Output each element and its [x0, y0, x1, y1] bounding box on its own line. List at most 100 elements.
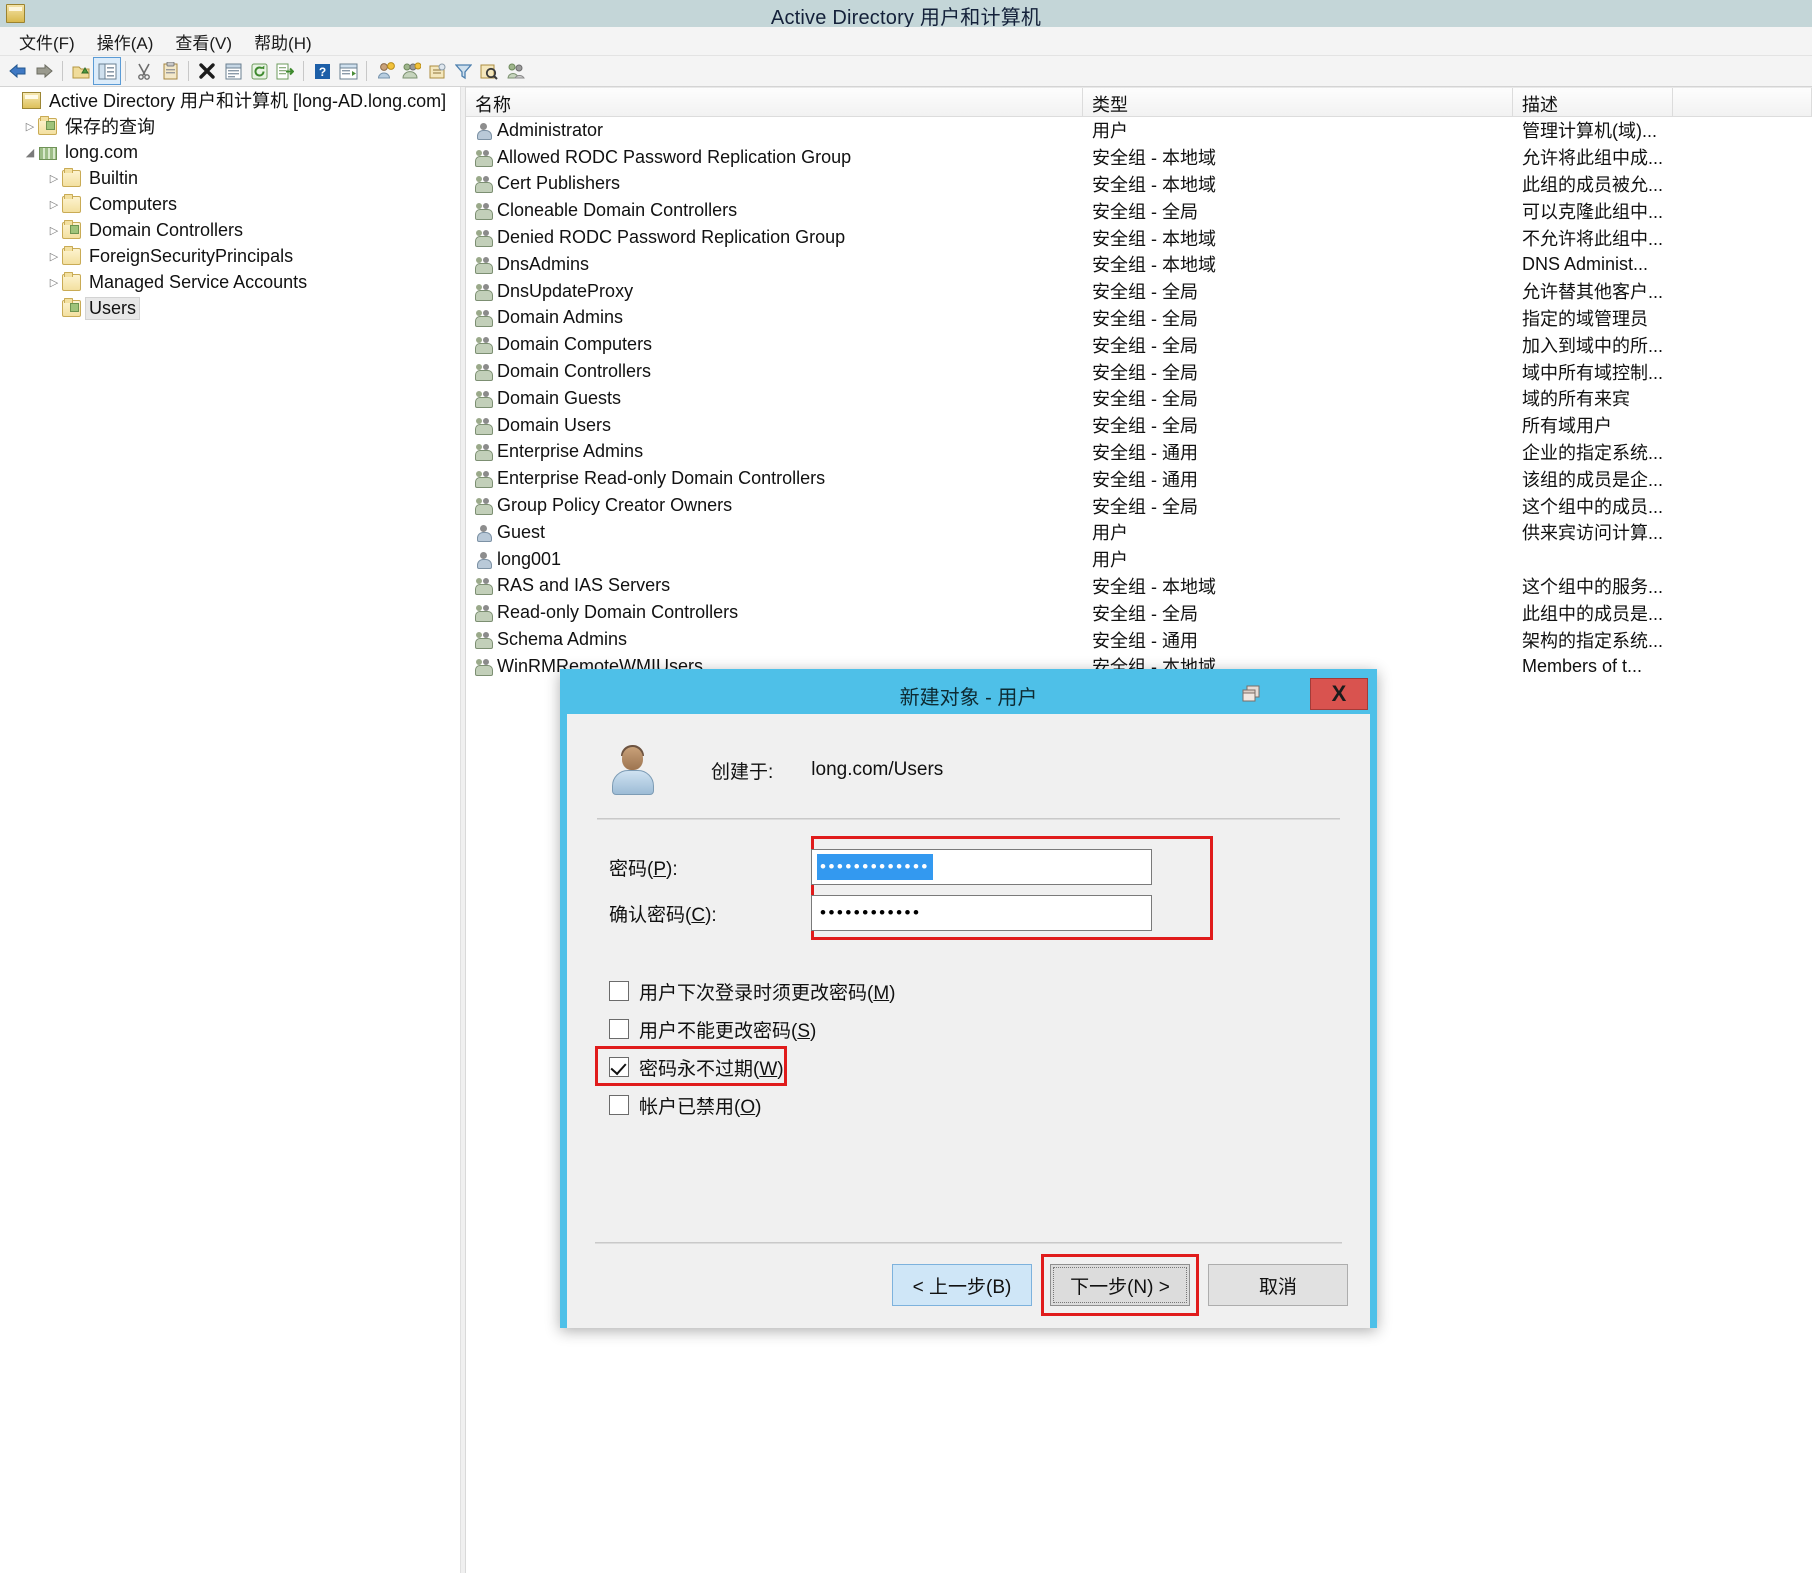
cell-name: Cloneable Domain Controllers: [466, 200, 1083, 221]
tree-node-root[interactable]: Active Directory 用户和计算机 [long-AD.long.co…: [0, 87, 460, 113]
table-row[interactable]: long001 用户: [466, 546, 1812, 573]
table-row[interactable]: Domain Computers 安全组 - 全局 加入到域中的所...: [466, 331, 1812, 358]
checkbox-account-disabled[interactable]: 帐户已禁用(O): [595, 1086, 1342, 1124]
checkbox-label-accel: O: [740, 1096, 756, 1118]
tree-node-label: Builtin: [89, 167, 139, 188]
column-header-name[interactable]: 名称: [466, 88, 1083, 116]
checkbox-box[interactable]: [609, 1095, 629, 1115]
menu-action[interactable]: 操作(A): [86, 27, 165, 56]
table-row[interactable]: Cloneable Domain Controllers 安全组 - 全局 可以克隆…: [466, 197, 1812, 224]
table-row[interactable]: Enterprise Read-only Domain Controllers 安…: [466, 465, 1812, 492]
table-row[interactable]: Domain Guests 安全组 - 全局 域的所有来宾: [466, 385, 1812, 412]
tree-node-domain-controllers[interactable]: ▷ Domain Controllers: [0, 217, 460, 243]
divider-bottom: [595, 1242, 1342, 1244]
table-row[interactable]: Read-only Domain Controllers 安全组 - 全局 此组中的…: [466, 599, 1812, 626]
table-row[interactable]: Domain Admins 安全组 - 全局 指定的域管理员: [466, 305, 1812, 332]
properties-icon[interactable]: [220, 58, 246, 84]
tree-node-computers[interactable]: ▷ Computers: [0, 191, 460, 217]
cell-type: 安全组 - 全局: [1092, 308, 1198, 329]
tree-twisty[interactable]: ▷: [22, 120, 38, 133]
help-icon[interactable]: ?: [309, 58, 335, 84]
checkbox-must-change-password[interactable]: 用户下次登录时须更改密码(M): [595, 972, 1342, 1010]
forward-icon[interactable]: [31, 58, 57, 84]
show-details-icon[interactable]: [335, 58, 361, 84]
checkbox-box[interactable]: [609, 1019, 629, 1039]
table-row[interactable]: Group Policy Creator Owners 安全组 - 全局 这个组中的…: [466, 492, 1812, 519]
checkbox-cannot-change-password[interactable]: 用户不能更改密码(S): [595, 1010, 1342, 1048]
restore-icon[interactable]: [1238, 681, 1266, 707]
checkbox-label: 帐户已禁用(O): [639, 1092, 761, 1119]
tree-node-builtin[interactable]: ▷ Builtin: [0, 165, 460, 191]
table-row[interactable]: DnsAdmins 安全组 - 本地域 DNS Administ...: [466, 251, 1812, 278]
confirm-password-input[interactable]: ••••••••••••: [811, 895, 1152, 931]
cell-name-text: Denied RODC Password Replication Group: [497, 227, 846, 248]
tree-twisty[interactable]: ▷: [46, 198, 62, 211]
cut-icon[interactable]: [131, 58, 157, 84]
group-icon: [475, 336, 493, 355]
group-icon: [475, 631, 493, 650]
tree-twisty[interactable]: ◢: [22, 146, 38, 159]
cell-type: 安全组 - 本地域: [1092, 228, 1216, 249]
table-row[interactable]: Cert Publishers 安全组 - 本地域 此组的成员被允...: [466, 171, 1812, 198]
table-row[interactable]: RAS and IAS Servers 安全组 - 本地域 这个组中的服务...: [466, 573, 1812, 600]
table-row[interactable]: Denied RODC Password Replication Group 安全…: [466, 224, 1812, 251]
checkbox-password-never-expires[interactable]: 密码永不过期(W): [595, 1048, 1342, 1086]
checkbox-label-tail: ): [777, 1058, 784, 1080]
new-ou-icon[interactable]: [424, 58, 450, 84]
find-icon[interactable]: [476, 58, 502, 84]
table-row[interactable]: Schema Admins 安全组 - 通用 架构的指定系统...: [466, 626, 1812, 653]
table-row[interactable]: Domain Users 安全组 - 全局 所有域用户: [466, 412, 1812, 439]
delete-icon[interactable]: [194, 58, 220, 84]
tree-twisty[interactable]: ▷: [46, 250, 62, 263]
checkbox-label: 用户下次登录时须更改密码(M): [639, 978, 895, 1005]
menu-file[interactable]: 文件(F): [8, 27, 86, 56]
export-list-icon[interactable]: [272, 58, 298, 84]
back-button[interactable]: < 上一步(B): [892, 1264, 1032, 1306]
table-row[interactable]: Enterprise Admins 安全组 - 通用 企业的指定系统...: [466, 439, 1812, 466]
tree-twisty[interactable]: ▷: [46, 276, 62, 289]
cell-type: 安全组 - 本地域: [1092, 255, 1216, 276]
checkbox-box[interactable]: [609, 1057, 629, 1077]
dialog-buttons: < 上一步(B) 下一步(N) > 取消: [874, 1254, 1348, 1316]
copy-icon[interactable]: [157, 58, 183, 84]
tree-node-saved-queries[interactable]: ▷ 保存的查询: [0, 113, 460, 139]
cell-description: 此组的成员被允...: [1522, 174, 1664, 195]
password-input[interactable]: •••••••••••••: [811, 849, 1152, 885]
cell-type: 安全组 - 全局: [1092, 201, 1198, 222]
checkbox-box[interactable]: [609, 981, 629, 1001]
cancel-button[interactable]: 取消: [1208, 1264, 1348, 1306]
cell-description: 所有域用户: [1522, 416, 1612, 437]
tree-twisty[interactable]: ▷: [46, 224, 62, 237]
table-row[interactable]: Administrator 用户 管理计算机(域)...: [466, 117, 1812, 144]
column-header-description[interactable]: 描述: [1513, 88, 1673, 116]
show-hide-tree-icon[interactable]: [93, 57, 121, 85]
tree-twisty[interactable]: ▷: [46, 172, 62, 185]
cell-name: DnsAdmins: [466, 254, 1083, 275]
table-row[interactable]: DnsUpdateProxy 安全组 - 全局 允许替其他客户...: [466, 278, 1812, 305]
new-group-icon[interactable]: [398, 58, 424, 84]
delegate-icon[interactable]: [502, 58, 528, 84]
refresh-icon[interactable]: [246, 58, 272, 84]
tree-node-foreign-security-principals[interactable]: ▷ ForeignSecurityPrincipals: [0, 243, 460, 269]
console-tree-pane[interactable]: Active Directory 用户和计算机 [long-AD.long.co…: [0, 87, 460, 1573]
filter-icon[interactable]: [450, 58, 476, 84]
back-icon[interactable]: [5, 58, 31, 84]
table-row[interactable]: Domain Controllers 安全组 - 全局 域中所有域控制...: [466, 358, 1812, 385]
menu-view[interactable]: 查看(V): [164, 27, 243, 56]
tree-node-managed-service-accounts[interactable]: ▷ Managed Service Accounts: [0, 269, 460, 295]
tree-node-users[interactable]: Users: [0, 295, 460, 321]
cell-name: Domain Computers: [466, 334, 1083, 355]
created-in-value: long.com/Users: [811, 759, 944, 780]
close-button[interactable]: X: [1310, 678, 1368, 710]
table-row[interactable]: Allowed RODC Password Replication Group 安…: [466, 144, 1812, 171]
confirm-password-label-tail: ):: [705, 904, 717, 926]
column-header-type[interactable]: 类型: [1083, 88, 1513, 116]
next-button[interactable]: 下一步(N) >: [1050, 1264, 1190, 1306]
menu-help[interactable]: 帮助(H): [243, 27, 323, 56]
toolbar-separator: [125, 61, 126, 81]
up-one-level-icon[interactable]: [68, 58, 94, 84]
confirm-password-row: 确认密码(C): ••••••••••••: [595, 890, 1342, 936]
tree-node-domain[interactable]: ◢ long.com: [0, 139, 460, 165]
table-row[interactable]: Guest 用户 供来宾访问计算...: [466, 519, 1812, 546]
new-user-icon[interactable]: [372, 58, 398, 84]
